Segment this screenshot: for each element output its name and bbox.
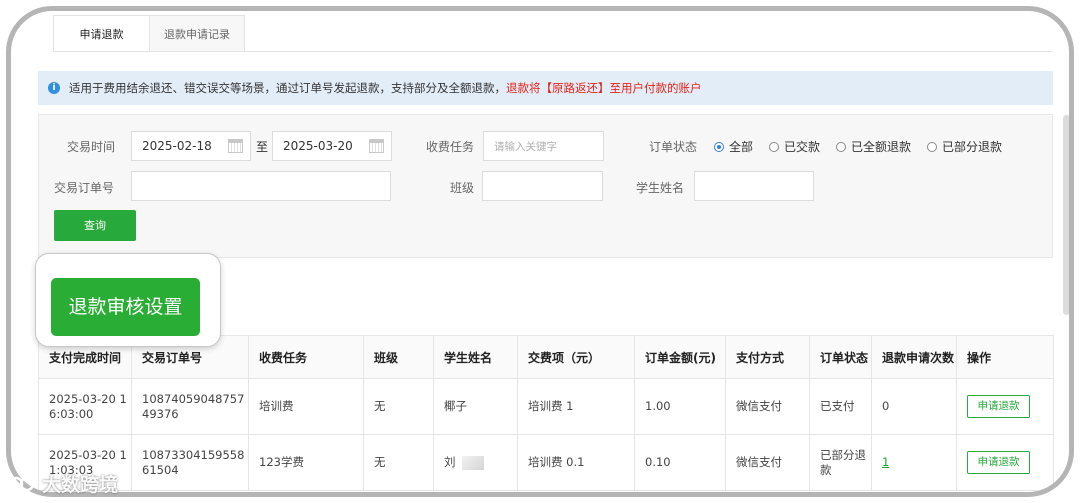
table-row: 2025-03-20 16:03:00 1087405904875749376 … [38, 378, 1054, 435]
cell-class: 无 [363, 378, 434, 435]
table-row: 2025-03-20 11:03:03 1087330415955861504 … [38, 434, 1054, 491]
col-header: 学生姓名 [433, 335, 518, 379]
cell-fee-task: 培训费 [248, 378, 364, 435]
date-separator: 至 [256, 140, 269, 154]
cell-class: 无 [363, 434, 434, 491]
fee-task-label: 收费任务 [426, 140, 475, 154]
radio-all-label: 全部 [729, 140, 754, 154]
radio-selected-icon [714, 141, 724, 152]
cell-order-status: 已支付 [809, 378, 872, 435]
tab-bar: 申请退款 退款申请记录 [53, 15, 245, 52]
col-header: 班级 [363, 335, 434, 379]
cell-refund-count: 1 [871, 434, 957, 491]
cell-fee-item: 培训费 0.1 [517, 434, 635, 491]
col-header: 订单状态 [809, 335, 872, 379]
refund-review-settings-button[interactable]: 退款审核设置 [51, 278, 200, 336]
radio-partial-refund[interactable]: 已部分退款 [927, 138, 1002, 155]
radio-paid[interactable]: 已交款 [769, 138, 820, 155]
radio-all[interactable]: 全部 [714, 138, 753, 155]
cell-pay-time: 2025-03-20 16:03:00 [38, 378, 132, 435]
apply-refund-button[interactable]: 申请退款 [967, 395, 1030, 418]
date-from-value: 2025-02-18 [142, 139, 212, 153]
radio-icon [836, 141, 847, 152]
order-no-input[interactable] [131, 171, 391, 201]
tab-refund-records[interactable]: 退款申请记录 [150, 15, 245, 52]
notice-red-text: 退款将【原路返还】至用户付款的账户 [506, 81, 702, 95]
redacted-blur [461, 455, 484, 470]
watermark-logo-icon [8, 476, 35, 491]
cell-action: 申请退款 [956, 378, 1054, 435]
radio-full-refund-label: 已全额退款 [851, 140, 912, 154]
order-status-label: 订单状态 [649, 140, 698, 154]
order-status-radio-group: 全部 已交款 已全额退款 已部分退款 [714, 138, 1018, 155]
tab-apply-refund[interactable]: 申请退款 [53, 15, 150, 52]
student-name-input[interactable] [694, 171, 814, 201]
watermark-text: 大数跨境 [42, 474, 119, 496]
fee-task-input[interactable]: 请输入关键字 [483, 131, 604, 161]
calendar-icon[interactable] [228, 139, 243, 153]
watermark: 大数跨境 [8, 470, 118, 497]
cell-amount: 1.00 [634, 378, 726, 435]
cell-order-no: 1087405904875749376 [131, 378, 249, 435]
tab-divider [53, 51, 1053, 52]
info-icon: i [48, 82, 60, 94]
order-no-label: 交易订单号 [54, 181, 115, 195]
col-header: 交费项（元） [517, 335, 635, 379]
cell-order-no: 1087330415955861504 [131, 434, 249, 491]
student-name-label: 学生姓名 [636, 181, 685, 195]
notice-bar: i 适用于费用结余退还、错交误交等场景，通过订单号发起退款，支持部分及全额退款，… [38, 71, 1053, 105]
notice-text: 适用于费用结余退还、错交误交等场景，通过订单号发起退款，支持部分及全额退款， [69, 81, 506, 95]
refund-count-link[interactable]: 1 [882, 455, 889, 469]
cell-pay-method: 微信支付 [725, 434, 810, 491]
col-header: 收费任务 [248, 335, 364, 379]
screenshot-frame: 申请退款 退款申请记录 i 适用于费用结余退还、错交误交等场景，通过订单号发起退… [6, 6, 1074, 497]
scrollbar[interactable] [1063, 115, 1069, 315]
date-to-field[interactable]: 2025-03-20 [272, 131, 392, 161]
radio-partial-refund-label: 已部分退款 [942, 140, 1003, 154]
refund-review-callout: 退款审核设置 [35, 253, 221, 347]
cell-action: 申请退款 [956, 434, 1054, 491]
col-header: 订单金额(元) [634, 335, 726, 379]
date-to-value: 2025-03-20 [283, 139, 353, 153]
fee-task-placeholder: 请输入关键字 [494, 141, 557, 153]
query-button[interactable]: 查询 [54, 210, 136, 241]
cell-amount: 0.10 [634, 434, 726, 491]
page-canvas: 申请退款 退款申请记录 i 适用于费用结余退还、错交误交等场景，通过订单号发起退… [11, 11, 1069, 492]
class-input[interactable] [482, 171, 603, 201]
student-name: 刘 [444, 455, 456, 469]
date-from-field[interactable]: 2025-02-18 [131, 131, 251, 161]
radio-paid-label: 已交款 [784, 140, 821, 154]
radio-icon [927, 141, 938, 152]
col-header: 退款申请次数 [871, 335, 957, 379]
cell-order-status: 已部分退款 [809, 434, 872, 491]
cell-fee-item: 培训费 1 [517, 378, 635, 435]
radio-icon [769, 141, 780, 152]
cell-fee-task: 123学费 [248, 434, 364, 491]
orders-table: 支付完成时间 交易订单号 收费任务 班级 学生姓名 交费项（元） 订单金额(元)… [38, 335, 1054, 491]
radio-full-refund[interactable]: 已全额退款 [836, 138, 911, 155]
trade-time-label: 交易时间 [67, 140, 116, 154]
cell-pay-method: 微信支付 [725, 378, 810, 435]
apply-refund-button[interactable]: 申请退款 [967, 451, 1030, 474]
cell-student: 刘 [433, 434, 518, 491]
col-header: 支付方式 [725, 335, 810, 379]
class-label: 班级 [450, 181, 475, 195]
col-header: 操作 [956, 335, 1054, 379]
cell-refund-count: 0 [871, 378, 957, 435]
calendar-icon[interactable] [369, 139, 384, 153]
cell-student: 椰子 [433, 378, 518, 435]
